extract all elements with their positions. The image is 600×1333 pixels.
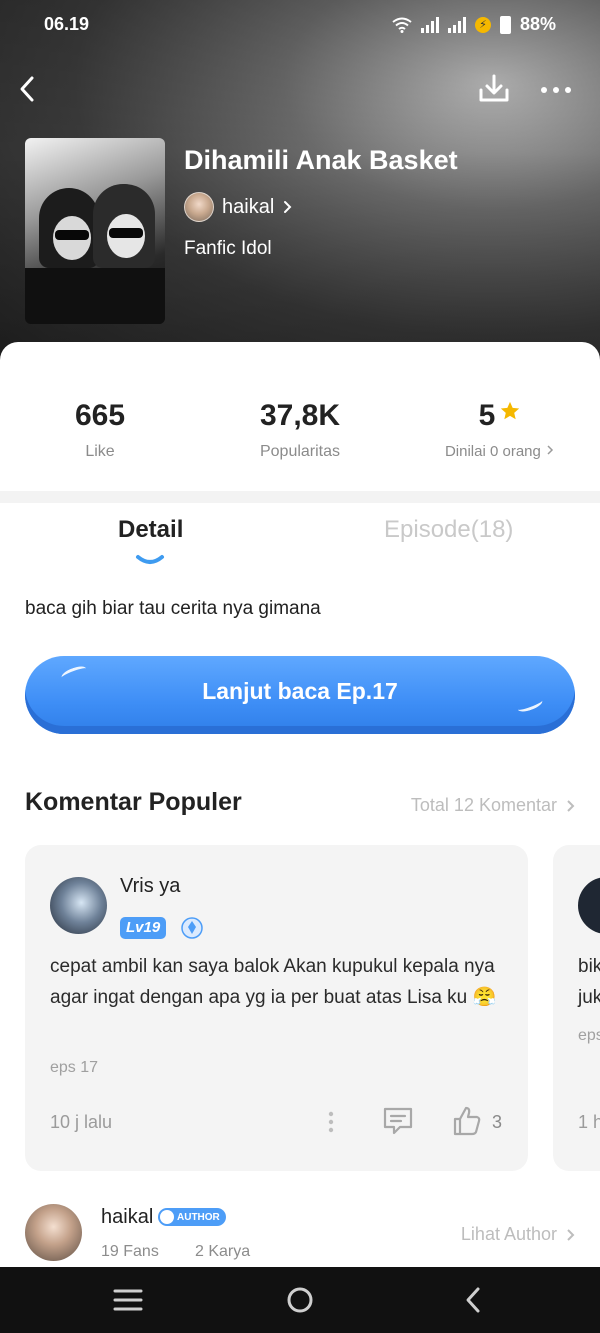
tab-active-indicator bbox=[136, 555, 164, 564]
level-badge: Lv19 bbox=[120, 917, 167, 939]
comment-episode: eps bbox=[578, 1027, 600, 1044]
view-author-link[interactable]: Lihat Author bbox=[461, 1224, 575, 1245]
system-back-icon[interactable] bbox=[462, 1286, 484, 1314]
view-author-label: Lihat Author bbox=[460, 1224, 557, 1244]
star-icon bbox=[501, 401, 520, 420]
button-gloss bbox=[60, 663, 88, 683]
author-badge-icon bbox=[160, 1210, 174, 1224]
tab-detail[interactable]: Detail bbox=[118, 516, 183, 544]
rating-value-row: 5 bbox=[400, 395, 600, 437]
comments-header: Komentar Populer Total 12 Komentar bbox=[25, 788, 575, 824]
recent-apps-icon[interactable] bbox=[113, 1287, 143, 1313]
download-button[interactable] bbox=[476, 68, 512, 108]
comment-text: cepat ambil kan saya balok Akan kupukul … bbox=[50, 956, 497, 1008]
comment-time: 10 j lalu bbox=[50, 1112, 113, 1132]
battery-percent: 88% bbox=[519, 14, 556, 34]
charging-icon: ⚡ bbox=[474, 16, 491, 33]
cover-sunglasses-right bbox=[109, 228, 143, 238]
download-icon bbox=[479, 74, 509, 102]
author-name[interactable]: haikal bbox=[101, 1206, 153, 1229]
author-name: haikal bbox=[222, 195, 275, 218]
comment-time: 1 h bbox=[578, 1112, 600, 1132]
cover-bottom-shade bbox=[25, 268, 165, 324]
author-works: 2 Karya bbox=[195, 1243, 251, 1260]
author-link[interactable]: haikal bbox=[184, 192, 294, 222]
battery-icon bbox=[499, 15, 511, 34]
comment-card-next[interactable]: bik juk eps 1 h bbox=[553, 845, 600, 1171]
home-icon[interactable] bbox=[286, 1286, 314, 1314]
section-divider bbox=[0, 491, 600, 503]
popularity-label: Popularitas bbox=[259, 443, 341, 460]
all-comments-link[interactable]: Total 12 Komentar bbox=[411, 795, 575, 816]
status-icons: ⚡ 88% bbox=[392, 14, 556, 35]
author-card[interactable]: haikal AUTHOR 19 Fans 2 Karya Lihat Auth… bbox=[25, 1200, 575, 1266]
story-genre: Fanfic Idol bbox=[184, 238, 272, 259]
chevron-right-icon bbox=[567, 799, 575, 812]
total-comments-text: Total 12 Komentar bbox=[410, 795, 557, 815]
thumbs-up-icon[interactable] bbox=[451, 1105, 483, 1137]
more-vertical-icon[interactable] bbox=[325, 1109, 337, 1135]
stat-likes: 665 Like bbox=[0, 395, 200, 461]
comment-card[interactable]: Vris ya Lv19 cepat ambil kan saya balok … bbox=[25, 845, 528, 1171]
chevron-left-icon bbox=[20, 76, 34, 102]
continue-reading-label: Lanjut baca Ep.17 bbox=[202, 677, 398, 704]
likes-label: Like bbox=[85, 443, 115, 460]
stats-row: 665 Like 37,8K Popularitas 5 Dinilai 0 o… bbox=[0, 395, 600, 475]
signal-icon bbox=[420, 16, 439, 33]
chevron-right-icon bbox=[567, 1228, 575, 1241]
author-fans: 19 Fans bbox=[101, 1243, 159, 1260]
author-badge-label: AUTHOR bbox=[177, 1211, 220, 1223]
story-description: baca gih biar tau cerita nya gimana bbox=[25, 598, 321, 619]
stat-rating[interactable]: 5 Dinilai 0 orang bbox=[400, 395, 600, 460]
more-options-button[interactable] bbox=[536, 68, 576, 108]
wifi-icon bbox=[392, 17, 412, 33]
commenter-avatar[interactable] bbox=[50, 877, 107, 934]
like-count: 3 bbox=[492, 1112, 503, 1132]
chevron-right-icon bbox=[547, 445, 554, 455]
author-avatar[interactable] bbox=[25, 1204, 82, 1261]
chevron-right-icon bbox=[284, 201, 292, 213]
tab-bar: Detail Episode(18) bbox=[0, 510, 600, 570]
status-bar: 06.19 ⚡ 88% bbox=[0, 0, 600, 50]
continue-reading-button[interactable]: Lanjut baca Ep.17 bbox=[25, 656, 575, 734]
more-horizontal-icon bbox=[541, 87, 571, 93]
stat-popularity: 37,8K Popularitas bbox=[200, 395, 400, 461]
button-gloss-2 bbox=[516, 695, 544, 715]
comment-text-line: juk bbox=[578, 987, 600, 1008]
comment-episode: eps 17 bbox=[50, 1059, 99, 1076]
rating-label: Dinilai 0 orang bbox=[444, 443, 541, 460]
comments-title: Komentar Populer bbox=[25, 788, 242, 816]
tab-episode[interactable]: Episode(18) bbox=[384, 516, 513, 544]
comment-text-preview: bik juk bbox=[578, 951, 600, 1013]
likes-value: 665 bbox=[74, 399, 126, 432]
rating-value: 5 bbox=[478, 399, 496, 432]
comments-carousel[interactable]: Vris ya Lv19 cepat ambil kan saya balok … bbox=[25, 845, 600, 1171]
author-avatar bbox=[184, 192, 214, 222]
popularity-value: 37,8K bbox=[259, 399, 341, 432]
top-bar bbox=[0, 64, 600, 110]
back-button[interactable] bbox=[10, 68, 46, 108]
status-time: 06.19 bbox=[44, 14, 90, 34]
author-badge: AUTHOR bbox=[158, 1208, 226, 1226]
commenter-avatar[interactable] bbox=[578, 877, 600, 934]
system-navigation-bar bbox=[0, 1267, 600, 1333]
story-title: Dihamili Anak Basket bbox=[184, 145, 458, 175]
cover-sunglasses-left bbox=[55, 230, 89, 240]
comment-text-line: bik bbox=[578, 956, 600, 977]
commenter-name[interactable]: Vris ya bbox=[120, 875, 180, 898]
rating-label-row: Dinilai 0 orang bbox=[400, 443, 600, 460]
signal-icon-2 bbox=[447, 16, 466, 33]
story-cover-image[interactable] bbox=[25, 138, 165, 324]
reply-icon[interactable] bbox=[382, 1106, 414, 1136]
vip-gem-icon bbox=[181, 917, 203, 939]
